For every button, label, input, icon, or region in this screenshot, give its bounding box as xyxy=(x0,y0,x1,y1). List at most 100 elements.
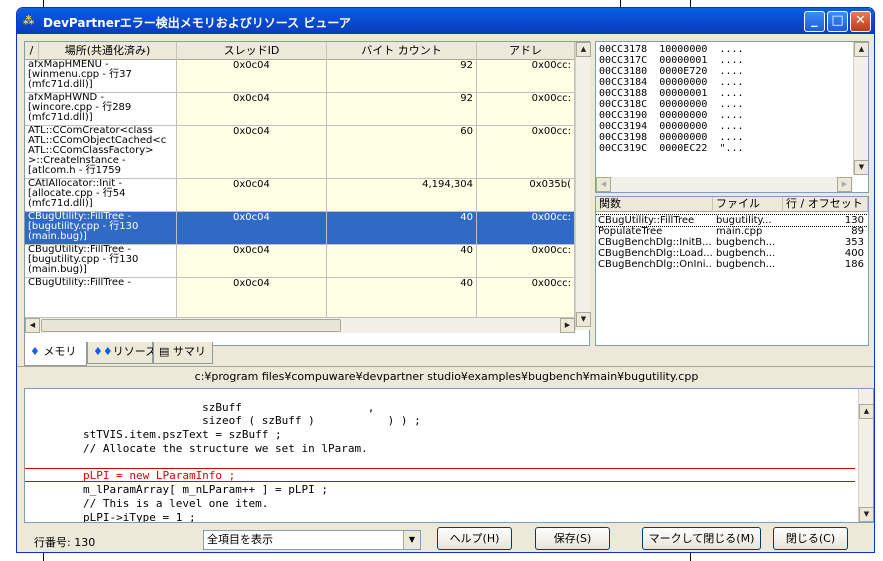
scroll-up-icon[interactable]: ▲ xyxy=(859,404,873,419)
summary-icon: ▤ xyxy=(159,345,173,358)
memory-row: 00CC318C 00000000 .... xyxy=(599,99,744,110)
save-button[interactable]: 保存(S) xyxy=(535,527,610,550)
grid-horizontal-scrollbar[interactable]: ◀ ▶ xyxy=(25,318,575,333)
minimize-button[interactable]: _ xyxy=(804,11,825,32)
cell-address: 0x00cc: xyxy=(477,212,575,244)
col-line-offset[interactable]: 行 / オフセット xyxy=(783,197,868,212)
help-button[interactable]: ヘルプ(H) xyxy=(437,527,512,550)
cell-thread-id: 0x0c04 xyxy=(177,93,327,125)
scroll-down-icon[interactable]: ▼ xyxy=(859,507,873,522)
code-line: // Allocate the structure we set in lPar… xyxy=(30,442,368,455)
memory-horizontal-scrollbar[interactable]: ◀ ▶ xyxy=(596,177,853,192)
sort-indicator[interactable]: / xyxy=(25,42,39,60)
grid-body: afxMapHMENU - [winmenu.cpp - 行37 (mfc71d… xyxy=(25,60,575,318)
grid-vertical-scrollbar[interactable]: ▲ ▼ xyxy=(575,42,591,330)
tab-label: サマリ xyxy=(172,345,206,358)
cell-location: ATL::CComCreator<class ATL::CComObjectCa… xyxy=(25,126,177,178)
col-function[interactable]: 関数 xyxy=(596,197,713,212)
code-line: szBuff , xyxy=(30,401,375,414)
view-tabs: ♦ メモリ ♦♦リソース ▤ サマリ xyxy=(24,342,324,366)
col-location[interactable]: 場所(共通化済み) xyxy=(39,42,177,60)
memory-row: 00CC3198 00000000 .... xyxy=(599,132,744,143)
source-vertical-scrollbar[interactable]: ▲ ▼ xyxy=(858,389,873,522)
code-line: // This is a level one item. xyxy=(30,497,269,510)
cell-byte-count: 60 xyxy=(327,126,477,178)
cell-thread-id: 0x0c04 xyxy=(177,179,327,211)
stack-row[interactable]: CBugUtility::FillTree bugutility... 130 xyxy=(596,214,868,227)
cell-address: 0x00cc: xyxy=(477,278,575,317)
table-row[interactable]: CBugUtility::FillTree - 0x0c04 40 0x00cc… xyxy=(25,278,575,318)
app-window: ⁂ DevPartnerエラー検出メモリおよびリソース ビューア _ □ ✕ /… xyxy=(16,7,875,553)
stack-row[interactable]: CBugBenchDlg::Load... bugbench... 400 xyxy=(596,248,868,259)
stack-row[interactable]: CBugBenchDlg::OnIni... bugbench... 186 xyxy=(596,259,868,270)
tab-label: リソース xyxy=(112,345,157,358)
scroll-right-icon[interactable]: ▶ xyxy=(560,318,575,333)
cell-thread-id: 0x0c04 xyxy=(177,126,327,178)
cell-thread-id: 0x0c04 xyxy=(177,278,327,317)
memory-row: 00CC3188 00000001 .... xyxy=(599,88,744,99)
table-row[interactable]: CAtlAllocator::Init - [allocate.cpp - 行5… xyxy=(25,179,575,212)
scroll-up-icon[interactable]: ▲ xyxy=(576,42,591,57)
tab-summary[interactable]: ▤ サマリ xyxy=(153,342,213,364)
cell-location: CBugUtility::FillTree - [bugutility.cpp … xyxy=(25,245,177,277)
cell-byte-count: 92 xyxy=(327,60,477,92)
table-row[interactable]: afxMapHWND - [wincore.cpp - 行289 (mfc71d… xyxy=(25,93,575,126)
code-line: stTVIS.item.pszText = szBuff ; xyxy=(30,428,282,441)
memory-row: 00CC3184 00000000 .... xyxy=(599,77,744,88)
close-window-button[interactable]: ✕ xyxy=(850,11,871,32)
scroll-down-icon[interactable]: ▼ xyxy=(576,312,591,327)
source-view: szBuff , sizeof ( szBuff ) ) ) ; stTVIS.… xyxy=(24,388,874,523)
table-row[interactable]: afxMapHMENU - [winmenu.cpp - 行37 (mfc71d… xyxy=(25,60,575,93)
stack-row[interactable]: CBugBenchDlg::InitB... bugbench... 353 xyxy=(596,237,868,248)
allocation-grid: / 場所(共通化済み) スレッドID バイト カウント アドレ afxMapHM… xyxy=(24,41,591,346)
cell-thread-id: 0x0c04 xyxy=(177,212,327,244)
memory-row: 00CC319C 0000EC22 "... xyxy=(599,143,744,154)
scroll-up-icon[interactable]: ▲ xyxy=(854,42,868,57)
cell-byte-count: 92 xyxy=(327,93,477,125)
close-button[interactable]: 閉じる(C) xyxy=(773,527,848,550)
stack-row[interactable]: PopulateTree main.cpp 89 xyxy=(596,226,868,237)
col-file[interactable]: ファイル xyxy=(713,197,783,212)
table-row[interactable]: ATL::CComCreator<class ATL::CComObjectCa… xyxy=(25,126,575,179)
cell-address: 0x00cc: xyxy=(477,60,575,92)
drops-icon: ♦♦ xyxy=(93,345,113,358)
scroll-left-icon[interactable]: ◀ xyxy=(596,177,611,192)
cell-byte-count: 40 xyxy=(327,245,477,277)
title-bar[interactable]: ⁂ DevPartnerエラー検出メモリおよびリソース ビューア _ □ ✕ xyxy=(17,8,874,34)
code-line: m_lParamArray[ m_nLParam++ ] = pLPI ; xyxy=(30,483,329,496)
cell-location: CBugUtility::FillTree - [bugutility.cpp … xyxy=(25,212,177,244)
cell-address: 0x00cc: xyxy=(477,93,575,125)
tab-label: メモリ xyxy=(43,345,77,358)
col-address[interactable]: アドレ xyxy=(477,42,575,60)
cell-location: CBugUtility::FillTree - xyxy=(25,278,177,317)
scroll-right-icon[interactable]: ▶ xyxy=(837,177,852,192)
cell-thread-id: 0x0c04 xyxy=(177,245,327,277)
source-path: c:¥program files¥compuware¥devpartner st… xyxy=(17,366,874,388)
col-byte-count[interactable]: バイト カウント xyxy=(327,42,477,60)
filter-dropdown[interactable]: 全項目を表示 ▼ xyxy=(203,530,421,550)
memory-row: 00CC3178 10000000 .... xyxy=(599,44,744,55)
scroll-thumb[interactable] xyxy=(41,319,341,332)
mark-and-close-button[interactable]: マークして閉じる(M) xyxy=(642,527,761,550)
tab-resources[interactable]: ♦♦リソース xyxy=(87,342,157,364)
scroll-left-icon[interactable]: ◀ xyxy=(25,318,40,333)
col-thread-id[interactable]: スレッドID xyxy=(177,42,327,60)
scroll-down-icon[interactable]: ▼ xyxy=(854,160,868,175)
grid-header: / 場所(共通化済み) スレッドID バイト カウント アドレ xyxy=(25,42,575,60)
cell-location: CAtlAllocator::Init - [allocate.cpp - 行5… xyxy=(25,179,177,211)
chevron-down-icon[interactable]: ▼ xyxy=(403,531,420,549)
error-code-line: pLPI = new LParamInfo ; xyxy=(30,469,236,482)
memory-row: 00CC3190 00000000 .... xyxy=(599,110,744,121)
cell-address: 0x035b( xyxy=(477,179,575,211)
tab-memory[interactable]: ♦ メモリ xyxy=(24,342,87,366)
memory-row: 00CC3180 0000E720 .... xyxy=(599,66,744,77)
call-stack-header: 関数 ファイル 行 / オフセット xyxy=(596,197,868,212)
code-line: pLPI->iType = 1 ; xyxy=(30,511,196,523)
drop-icon: ♦ xyxy=(30,345,44,358)
memory-dump: 00CC3178 10000000 .... 00CC317C 00000001… xyxy=(595,41,869,193)
memory-vertical-scrollbar[interactable]: ▲ ▼ xyxy=(853,42,868,175)
table-row-selected[interactable]: CBugUtility::FillTree - [bugutility.cpp … xyxy=(25,212,575,245)
table-row[interactable]: CBugUtility::FillTree - [bugutility.cpp … xyxy=(25,245,575,278)
maximize-button[interactable]: □ xyxy=(827,11,848,32)
cell-location: afxMapHWND - [wincore.cpp - 行289 (mfc71d… xyxy=(25,93,177,125)
